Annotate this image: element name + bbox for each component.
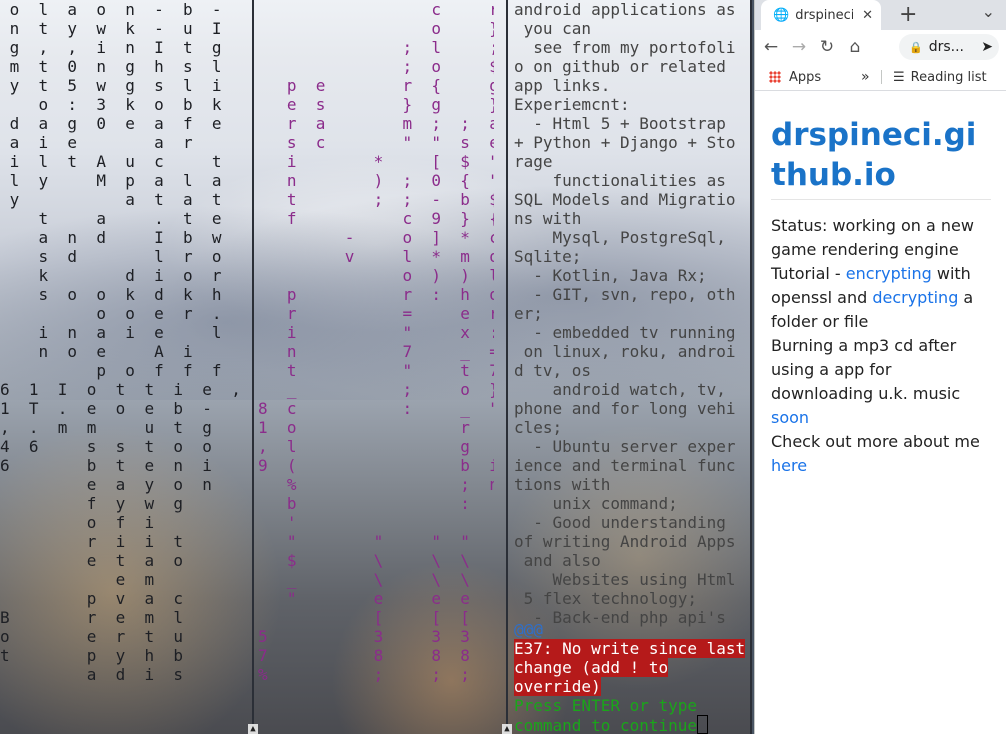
globe-icon: 🌐 (773, 7, 790, 23)
tab-bar: 🌐 drspineci ✕ + ⌄ (755, 0, 1006, 30)
bookmark-apps[interactable]: Apps (789, 70, 821, 85)
tutorial-line: Tutorial - encrypting with openssl and d… (771, 262, 991, 334)
reading-list-icon: ☰ (893, 69, 905, 85)
pane-divider-1[interactable]: ▲ (248, 0, 258, 734)
tab-title: drspineci (795, 7, 854, 23)
lock-icon[interactable]: 🔒 (909, 41, 923, 54)
burning-line: Burning a mp3 cd after using a app for d… (771, 334, 991, 430)
scroll-up-arrow-icon[interactable]: ▲ (248, 724, 258, 734)
bookmarks-bar: Apps » ☰ Reading list (755, 64, 1006, 91)
text-cursor (697, 715, 709, 734)
address-bar[interactable]: 🔒 drs... ➤ (899, 34, 999, 60)
cmd-continuation-marker: @@@ (514, 620, 543, 639)
reading-list-label: Reading list (910, 69, 987, 85)
browser-toolbar: ← → ↻ ⌂ 🔒 drs... ➤ (755, 30, 1006, 64)
reading-list-button[interactable]: ☰ Reading list (893, 70, 987, 85)
browser-tab[interactable]: 🌐 drspineci ✕ (761, 0, 881, 30)
close-tab-icon[interactable]: ✕ (862, 8, 873, 23)
terminal-pane-1[interactable]: o l a o n - b - d n t y w k - u I o g , … (0, 0, 240, 734)
pane-2-text: c r p o } r ; l ; i ; o $ n p e r { g t … (258, 0, 494, 684)
home-icon[interactable]: ⌂ (843, 37, 867, 57)
scroll-up-arrow-icon[interactable]: ▲ (502, 724, 512, 734)
site-title: drspineci.github.io (771, 115, 991, 200)
back-arrow-icon[interactable]: ← (759, 37, 783, 57)
here-link[interactable]: here (771, 456, 807, 475)
terminal-window: o l a o n - b - d n t y w k - u I o g , … (0, 0, 752, 734)
press-enter-prompt: Press ENTER or type command to continue (514, 696, 698, 734)
pane-divider-2[interactable]: ▲ (502, 0, 512, 734)
vim-command-line[interactable]: @@@ E37: No write since last change (add… (514, 620, 750, 734)
forward-arrow-icon[interactable]: → (787, 37, 811, 57)
burning-text: Burning a mp3 cd after using a app for d… (771, 336, 961, 403)
about-line: Check out more about me (771, 432, 980, 451)
page-content: drspineci.github.io Status: working on a… (755, 91, 1006, 494)
go-arrow-icon[interactable]: ➤ (981, 39, 993, 55)
terminal-right-edge (750, 0, 752, 734)
pane-3-text: android applications as you can see from… (514, 0, 736, 627)
status-line: Status: working on a new game rendering … (771, 216, 974, 259)
tutorial-prefix: Tutorial - (771, 264, 846, 283)
bookmarks-separator (881, 70, 882, 84)
bookmarks-overflow-icon[interactable]: » (861, 69, 870, 85)
encrypting-link[interactable]: encrypting (846, 264, 932, 283)
soon-link[interactable]: soon (771, 408, 809, 427)
tab-search-chevron-icon[interactable]: ⌄ (982, 2, 995, 21)
reload-icon[interactable]: ↻ (815, 37, 839, 57)
decrypting-link[interactable]: decrypting (872, 288, 958, 307)
pane-1-text: o l a o n - b - d n t y w k - u I o g , … (0, 0, 240, 684)
browser-window: 🌐 drspineci ✕ + ⌄ ← → ↻ ⌂ 🔒 drs... ➤ App… (754, 0, 1006, 734)
apps-grid-icon[interactable] (769, 71, 781, 83)
error-message: E37: No write since last change (add ! t… (514, 639, 746, 696)
new-tab-button[interactable]: + (899, 2, 917, 27)
address-text: drs... (928, 39, 964, 55)
terminal-pane-2[interactable]: c r p o } r ; l ; i ; o $ n p e r { g t … (258, 0, 494, 734)
